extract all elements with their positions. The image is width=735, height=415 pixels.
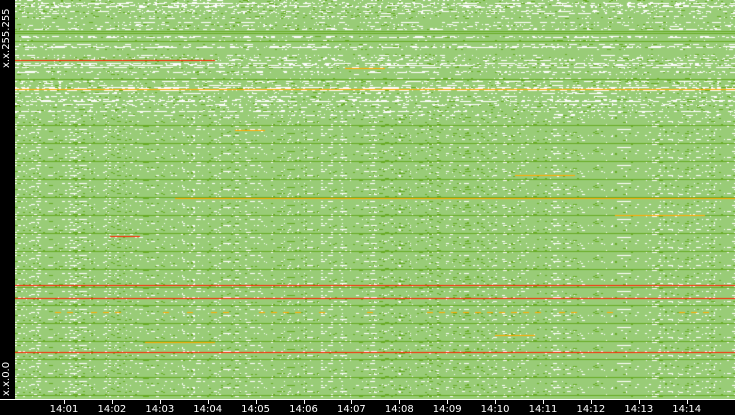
x-tick-label: 14:12	[576, 404, 606, 415]
x-tick-label: 14:11	[528, 404, 558, 415]
x-tick-label: 14:02	[97, 404, 127, 415]
x-tick-label: 14:07	[336, 404, 366, 415]
y-axis: x.x.255.255 x.x.0.0	[0, 0, 15, 399]
x-tick-label: 14:09	[432, 404, 462, 415]
x-tick-label: 14:04	[193, 404, 223, 415]
x-tick-label: 14:10	[480, 404, 510, 415]
x-tick-label: 14:13	[624, 404, 654, 415]
x-tick-label: 14:03	[145, 404, 175, 415]
x-tick-label: 14:08	[384, 404, 414, 415]
x-tick-label: 14:14	[672, 404, 702, 415]
address-time-heatmap[interactable]	[15, 0, 735, 399]
x-tick-label: 14:05	[241, 404, 271, 415]
x-axis: 14:01 14:02 14:03 14:04 14:05 14:06 14:07 14:08…	[0, 399, 735, 415]
x-tick-label: 14:01	[49, 404, 79, 415]
y-axis-top-label: x.x.255.255	[1, 8, 12, 68]
x-tick-label: 14:06	[289, 404, 318, 415]
y-axis-bottom-label: x.x.0.0	[1, 361, 12, 396]
